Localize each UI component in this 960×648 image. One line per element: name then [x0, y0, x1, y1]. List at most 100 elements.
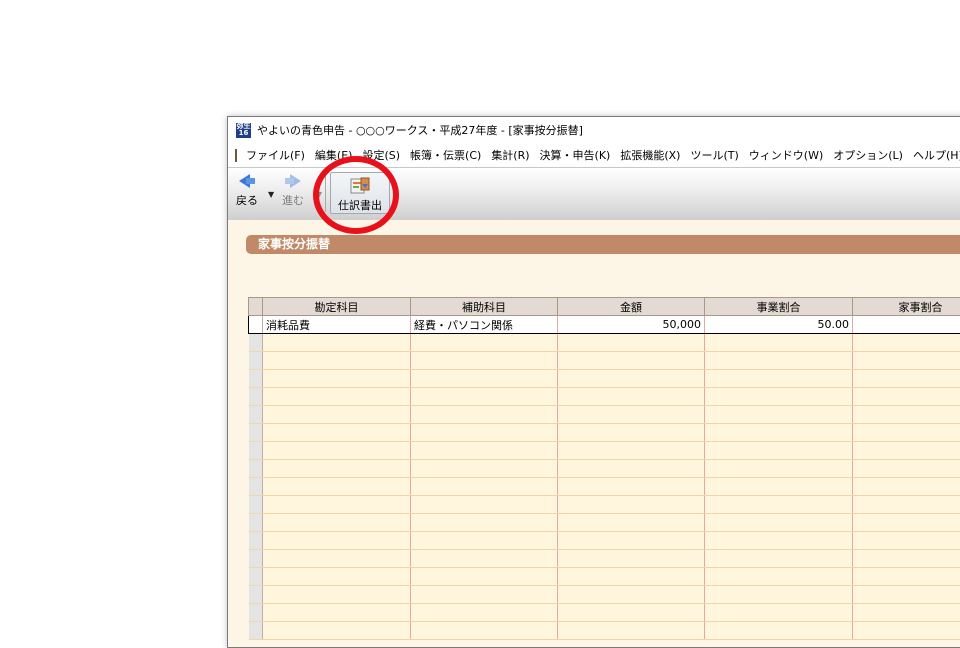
cell-amount[interactable] [558, 478, 705, 496]
row-selector[interactable] [249, 442, 263, 460]
cell-sub-account[interactable] [411, 334, 558, 352]
cell-business-ratio[interactable] [705, 586, 853, 604]
cell-amount[interactable] [558, 406, 705, 424]
cell-amount[interactable] [558, 496, 705, 514]
row-selector[interactable] [249, 622, 263, 640]
cell-amount[interactable] [558, 424, 705, 442]
export-journal-button[interactable]: 仕訳書出 [330, 172, 390, 214]
row-selector[interactable] [249, 370, 263, 388]
row-selector[interactable] [249, 424, 263, 442]
cell-business-ratio[interactable]: 50.00 [705, 316, 853, 334]
cell-household-ratio[interactable] [853, 532, 960, 550]
cell-sub-account[interactable] [411, 532, 558, 550]
menu-books-vouchers[interactable]: 帳簿・伝票(C) [407, 147, 488, 163]
cell-household-ratio[interactable] [853, 514, 960, 532]
empty-table-row[interactable] [249, 568, 960, 586]
allocation-grid[interactable]: 勘定科目 補助科目 金額 事業割合 家事割合 消耗品費 経費・パソコン関係 50… [248, 297, 960, 647]
cell-household-ratio[interactable] [853, 352, 960, 370]
cell-household-ratio[interactable] [853, 406, 960, 424]
cell-account[interactable] [263, 352, 411, 370]
cell-business-ratio[interactable] [705, 370, 853, 388]
cell-account[interactable] [263, 442, 411, 460]
cell-business-ratio[interactable] [705, 514, 853, 532]
cell-amount[interactable] [558, 388, 705, 406]
cell-amount[interactable] [558, 334, 705, 352]
forward-button[interactable]: 進む [282, 174, 304, 208]
cell-amount[interactable] [558, 370, 705, 388]
allocation-table[interactable]: 勘定科目 補助科目 金額 事業割合 家事割合 消耗品費 経費・パソコン関係 50… [248, 297, 960, 640]
cell-household-ratio[interactable] [853, 424, 960, 442]
column-header-sub-account[interactable]: 補助科目 [411, 298, 558, 316]
cell-sub-account[interactable] [411, 514, 558, 532]
row-selector[interactable] [249, 514, 263, 532]
cell-household-ratio[interactable] [853, 586, 960, 604]
column-header-amount[interactable]: 金額 [558, 298, 705, 316]
empty-table-row[interactable] [249, 604, 960, 622]
cell-account[interactable]: 消耗品費 [263, 316, 411, 334]
cell-household-ratio[interactable] [853, 442, 960, 460]
cell-business-ratio[interactable] [705, 388, 853, 406]
column-header-business-ratio[interactable]: 事業割合 [705, 298, 853, 316]
cell-sub-account[interactable] [411, 370, 558, 388]
row-selector[interactable] [249, 568, 263, 586]
empty-table-row[interactable] [249, 406, 960, 424]
menu-totals[interactable]: 集計(R) [488, 147, 536, 163]
cell-account[interactable] [263, 460, 411, 478]
cell-business-ratio[interactable] [705, 334, 853, 352]
empty-table-row[interactable] [249, 550, 960, 568]
cell-account[interactable] [263, 586, 411, 604]
cell-amount[interactable] [558, 442, 705, 460]
empty-table-row[interactable] [249, 478, 960, 496]
cell-amount[interactable] [558, 586, 705, 604]
row-selector[interactable] [249, 460, 263, 478]
cell-sub-account[interactable] [411, 388, 558, 406]
menu-closing-filing[interactable]: 決算・申告(K) [537, 147, 618, 163]
cell-business-ratio[interactable] [705, 550, 853, 568]
cell-business-ratio[interactable] [705, 442, 853, 460]
cell-business-ratio[interactable] [705, 352, 853, 370]
cell-business-ratio[interactable] [705, 496, 853, 514]
cell-sub-account[interactable] [411, 460, 558, 478]
cell-business-ratio[interactable] [705, 460, 853, 478]
back-button[interactable]: 戻る [236, 174, 258, 208]
cell-business-ratio[interactable] [705, 532, 853, 550]
cell-sub-account[interactable] [411, 586, 558, 604]
cell-account[interactable] [263, 388, 411, 406]
empty-table-row[interactable] [249, 424, 960, 442]
cell-sub-account[interactable] [411, 568, 558, 586]
menu-file[interactable]: ファイル(F) [243, 147, 312, 163]
menu-window[interactable]: ウィンドウ(W) [746, 147, 830, 163]
row-selector[interactable] [249, 586, 263, 604]
cell-sub-account[interactable] [411, 550, 558, 568]
cell-household-ratio[interactable] [853, 316, 960, 334]
empty-table-row[interactable] [249, 370, 960, 388]
cell-account[interactable] [263, 424, 411, 442]
row-selector[interactable] [249, 334, 263, 352]
cell-amount[interactable] [558, 460, 705, 478]
cell-business-ratio[interactable] [705, 622, 853, 640]
table-row[interactable]: 消耗品費 経費・パソコン関係 50,000 50.00 [249, 316, 960, 334]
cell-household-ratio[interactable] [853, 460, 960, 478]
cell-account[interactable] [263, 514, 411, 532]
cell-business-ratio[interactable] [705, 568, 853, 586]
cell-account[interactable] [263, 532, 411, 550]
cell-amount[interactable] [558, 514, 705, 532]
row-selector[interactable] [249, 496, 263, 514]
row-selector[interactable] [249, 316, 263, 334]
cell-household-ratio[interactable] [853, 334, 960, 352]
cell-amount[interactable] [558, 622, 705, 640]
menu-help[interactable]: ヘルプ(H) [910, 147, 960, 163]
cell-account[interactable] [263, 550, 411, 568]
empty-table-row[interactable] [249, 442, 960, 460]
cell-account[interactable] [263, 334, 411, 352]
cell-business-ratio[interactable] [705, 406, 853, 424]
cell-account[interactable] [263, 370, 411, 388]
cell-household-ratio[interactable] [853, 388, 960, 406]
cell-account[interactable] [263, 568, 411, 586]
cell-household-ratio[interactable] [853, 568, 960, 586]
column-header-account[interactable]: 勘定科目 [263, 298, 411, 316]
cell-amount[interactable] [558, 604, 705, 622]
menu-edit[interactable]: 編集(E) [312, 147, 360, 163]
cell-sub-account[interactable] [411, 442, 558, 460]
empty-table-row[interactable] [249, 388, 960, 406]
